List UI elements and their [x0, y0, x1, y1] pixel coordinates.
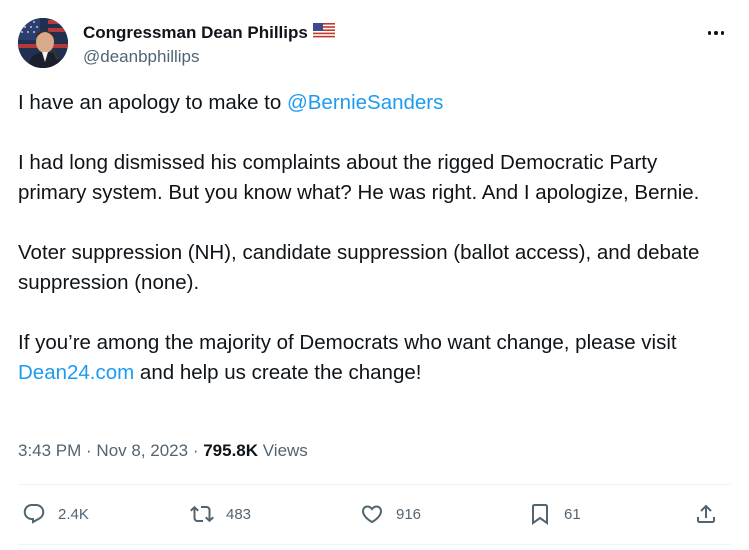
meta-separator: · — [81, 441, 97, 460]
author-handle[interactable]: @deanbphillips — [83, 47, 335, 69]
like-button[interactable]: 916 — [360, 496, 421, 532]
tweet-paragraph-3: Voter suppression (NH), candidate suppre… — [18, 241, 700, 294]
reply-button[interactable]: 2.4K — [22, 496, 89, 532]
tweet-text-segment: If you’re among the majority of Democrat… — [18, 331, 677, 354]
share-button[interactable] — [694, 496, 718, 532]
tweet-date[interactable]: Nov 8, 2023 — [96, 441, 188, 461]
tweet-header: Congressman Dean Phillips @deanbphillips — [18, 18, 731, 72]
bookmark-icon — [532, 504, 548, 525]
tweet-text-segment: I have an apology to make to — [18, 91, 287, 114]
display-name[interactable]: Congressman Dean Phillips — [83, 23, 308, 43]
repost-count: 483 — [226, 505, 252, 523]
avatar-image — [18, 18, 68, 68]
display-name-row[interactable]: Congressman Dean Phillips — [83, 22, 335, 44]
heart-icon — [361, 505, 383, 524]
tweet-meta: 3:43 PM · Nov 8, 2023 · 795.8K Views — [18, 439, 308, 463]
tweet-paragraph-4: If you’re among the majority of Democrat… — [18, 328, 731, 388]
repost-icon — [190, 505, 214, 523]
tweet-text-segment: and help us create the change! — [134, 361, 422, 384]
mention-link[interactable]: @BernieSanders — [287, 91, 443, 114]
avatar[interactable] — [18, 18, 68, 68]
us-flag-icon — [312, 23, 335, 43]
share-icon — [697, 504, 715, 523]
tweet-time[interactable]: 3:43 PM — [18, 441, 81, 461]
views-label: Views — [258, 441, 308, 460]
website-link[interactable]: Dean24.com — [18, 361, 134, 384]
more-options-icon[interactable] — [703, 20, 729, 46]
views-count: 795.8K — [203, 441, 259, 460]
reply-icon — [23, 504, 45, 524]
tweet-paragraph-2: I had long dismissed his complaints abou… — [18, 151, 700, 204]
repost-button[interactable]: 483 — [190, 496, 251, 532]
action-bar: 2.4K 483 916 61 — [18, 496, 731, 532]
meta-separator: · — [188, 441, 204, 460]
tweet-paragraph-1: I have an apology to make to @BernieSand… — [18, 88, 731, 118]
tweet-card: Congressman Dean Phillips @deanbphillips… — [0, 0, 749, 550]
author-names: Congressman Dean Phillips @deanbphillips — [83, 22, 335, 69]
divider — [18, 484, 731, 485]
bookmark-count: 61 — [564, 505, 581, 523]
reply-count: 2.4K — [58, 505, 89, 523]
like-count: 916 — [396, 505, 422, 523]
tweet-text: I have an apology to make to @BernieSand… — [18, 88, 731, 418]
divider — [18, 544, 731, 545]
bookmark-button[interactable]: 61 — [528, 496, 581, 532]
